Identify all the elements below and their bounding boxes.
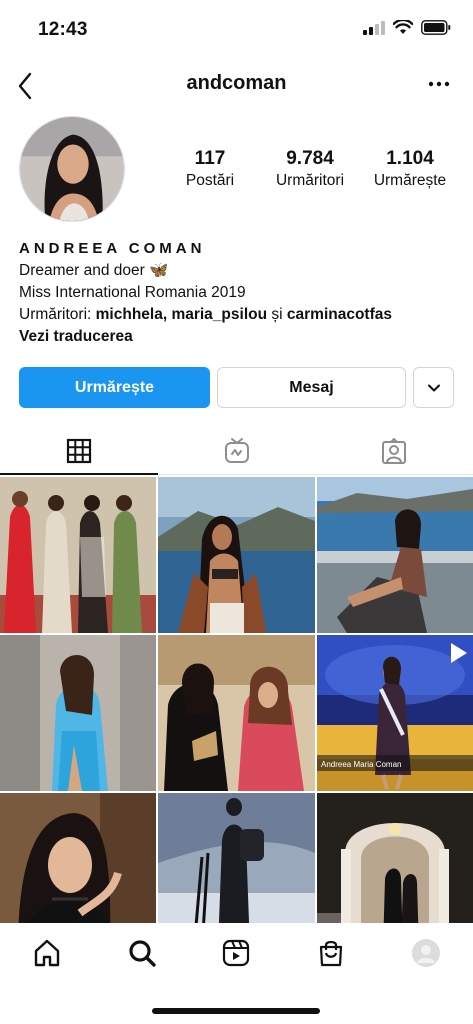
tab-tagged[interactable]: [315, 428, 473, 474]
nav-profile[interactable]: [378, 923, 473, 983]
post-image: [0, 477, 156, 633]
home-icon: [35, 939, 60, 967]
stat-following-value: 1.104: [386, 148, 434, 169]
grid-icon: [66, 438, 91, 464]
post-image: [158, 477, 315, 633]
profile-tabs: [0, 428, 473, 475]
followed-by-last: carminacotfas: [286, 306, 392, 323]
stat-posts[interactable]: 117 Postări: [160, 148, 260, 190]
post-image: Andreea Maria Coman: [317, 635, 473, 791]
nav-shop[interactable]: [284, 923, 379, 983]
posts-grid: Andreea Maria Coman: [0, 477, 473, 949]
post-image: [158, 635, 315, 791]
nav-reels[interactable]: [189, 923, 284, 983]
follow-button[interactable]: Urmărește: [19, 367, 210, 408]
post-image: [0, 635, 156, 791]
post-thumbnail[interactable]: [158, 635, 315, 791]
status-icons: [363, 20, 451, 35]
stat-following[interactable]: 1.104 Urmărește: [360, 148, 460, 190]
chevron-down-icon: [427, 384, 440, 391]
igtv-icon: [224, 438, 249, 463]
bio-line-2: Miss International Romania 2019: [19, 284, 246, 301]
profile-display-name: ANDREEA COMAN: [19, 240, 206, 257]
status-time: 12:43: [38, 19, 88, 40]
more-dots-icon: [428, 81, 450, 87]
more-options-button[interactable]: [427, 72, 451, 96]
post-thumbnail[interactable]: [0, 477, 156, 633]
bio-line-1: Dreamer and doer 🦋: [19, 262, 169, 279]
battery-icon: [421, 20, 451, 35]
profile-avatar[interactable]: [19, 116, 125, 222]
stat-followers[interactable]: 9.784 Urmăritori: [260, 148, 360, 190]
post-image: [317, 477, 473, 633]
suggested-dropdown-button[interactable]: [413, 367, 454, 408]
post-thumbnail[interactable]: Andreea Maria Coman: [317, 635, 473, 791]
wifi-icon: [393, 20, 413, 34]
avatar-image: [20, 117, 124, 221]
followed-by-prefix: Urmăritori:: [19, 306, 96, 323]
cellular-signal-icon: [363, 20, 385, 35]
post-thumbnail[interactable]: [317, 477, 473, 633]
reels-icon: [223, 939, 250, 967]
tab-posts-grid[interactable]: [0, 428, 158, 475]
profile-header: andcoman: [0, 60, 473, 108]
search-icon: [129, 940, 156, 967]
profile-username: andcoman: [186, 72, 287, 94]
stat-followers-label: Urmăritori: [275, 172, 345, 189]
tagged-person-icon: [382, 438, 407, 464]
see-translation-link[interactable]: Vezi traducerea: [19, 326, 459, 348]
shopping-bag-icon: [319, 940, 343, 967]
home-indicator: [152, 1008, 320, 1014]
post-thumbnail[interactable]: [158, 477, 315, 633]
post-caption-overlay: Andreea Maria Coman: [321, 760, 401, 769]
status-bar: 12:43: [0, 0, 473, 60]
stat-posts-label: Postări: [185, 172, 235, 189]
message-button[interactable]: Mesaj: [217, 367, 406, 408]
profile-bio: ANDREEA COMAN Dreamer and doer 🦋 Miss In…: [19, 238, 459, 348]
stat-followers-value: 9.784: [286, 148, 334, 169]
profile-actions: Urmărește Mesaj: [19, 367, 454, 409]
followed-by-and: și: [267, 306, 287, 323]
stat-following-label: Urmărește: [373, 172, 447, 189]
profile-avatar-icon: [411, 939, 440, 967]
followed-by-names: michhela, maria_psilou: [95, 306, 268, 323]
nav-search[interactable]: [95, 923, 190, 983]
followed-by[interactable]: Urmăritori: michhela, maria_psilou și ca…: [19, 304, 459, 326]
tab-igtv[interactable]: [158, 428, 316, 474]
profile-stats: 117 Postări 9.784 Urmăritori 1.104 Urmăr…: [160, 148, 460, 190]
nav-home[interactable]: [0, 923, 95, 983]
bottom-navigation: [0, 923, 473, 983]
stat-posts-value: 117: [194, 148, 226, 169]
post-thumbnail[interactable]: [0, 635, 156, 791]
